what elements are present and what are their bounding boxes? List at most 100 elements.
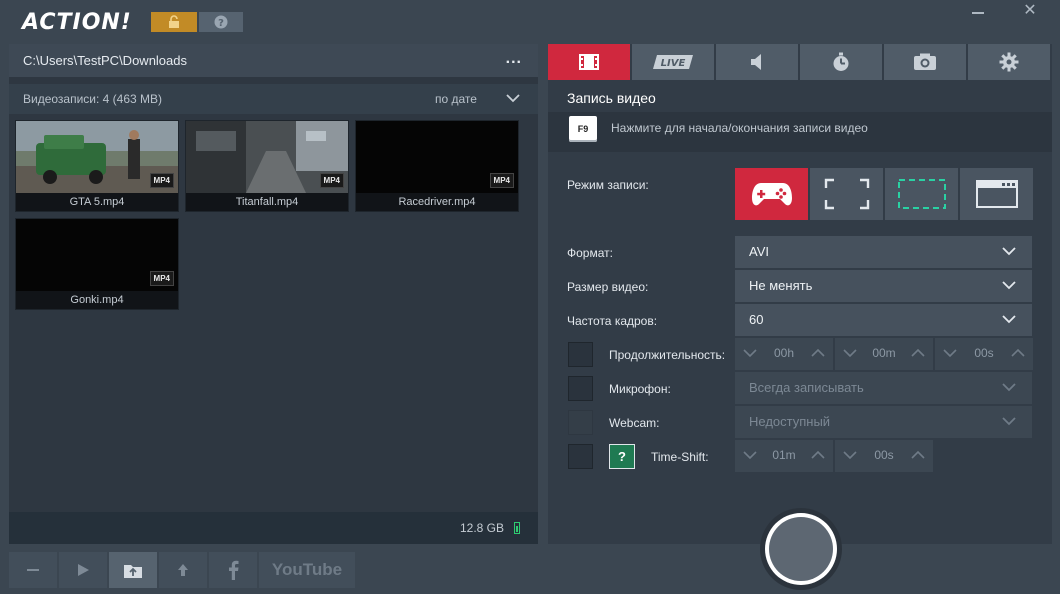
format-label: Формат: — [567, 246, 613, 260]
folder-path: C:\Users\TestPC\Downloads — [23, 53, 187, 68]
duration-checkbox[interactable] — [568, 342, 593, 367]
microphone-label: Микрофон: — [609, 382, 671, 396]
play-button[interactable] — [59, 552, 107, 588]
status-bar: 12.8 GB — [9, 512, 538, 544]
chevron-down-icon[interactable] — [505, 92, 521, 104]
chevron-up-icon[interactable] — [911, 348, 925, 358]
duration-minutes-spinner[interactable]: 00m — [835, 338, 933, 370]
facebook-share-button[interactable] — [209, 552, 257, 588]
disk-usage-icon — [514, 522, 520, 534]
film-icon — [579, 54, 599, 70]
svg-text:?: ? — [218, 18, 224, 29]
minimize-button[interactable] — [968, 4, 988, 18]
video-size-dropdown[interactable]: Не менять — [735, 270, 1032, 302]
timeshift-checkbox[interactable] — [568, 444, 593, 469]
duration-label: Продолжительность: — [609, 348, 726, 362]
format-dropdown[interactable]: AVI — [735, 236, 1032, 268]
upload-icon — [178, 564, 188, 576]
lock-button[interactable] — [151, 12, 197, 32]
gamepad-icon — [751, 183, 792, 206]
question-icon: ? — [214, 15, 228, 29]
recording-thumbnail[interactable]: MP4 GTA 5.mp4 — [15, 120, 179, 212]
chevron-up-icon[interactable] — [911, 450, 925, 460]
chevron-down-icon — [1002, 417, 1016, 426]
webcam-value: Недоступный — [749, 414, 831, 429]
speaker-icon — [751, 54, 761, 70]
recordings-header: Видеозаписи: 4 (463 MB) по дате — [9, 84, 538, 114]
record-mode-label: Режим записи: — [567, 178, 649, 192]
file-actions-toolbar: YouTube — [9, 552, 355, 588]
recording-name: GTA 5.mp4 — [16, 193, 178, 211]
chevron-down-icon — [1002, 281, 1016, 290]
timeshift-help-button[interactable]: ? — [609, 444, 635, 469]
region-select-icon — [897, 179, 946, 209]
close-button[interactable]: ✕ — [1018, 2, 1042, 20]
timeshift-seconds-spinner[interactable]: 00s — [835, 440, 933, 472]
delete-button[interactable] — [9, 552, 57, 588]
recording-name: Titanfall.mp4 — [186, 193, 348, 211]
fps-dropdown[interactable]: 60 — [735, 304, 1032, 336]
chevron-up-icon[interactable] — [811, 450, 825, 460]
file-browser-panel: C:\Users\TestPC\Downloads ... Видеозапис… — [9, 44, 538, 544]
webcam-checkbox — [568, 410, 593, 435]
tab-screenshot[interactable] — [884, 44, 966, 80]
file-type-badge: MP4 — [319, 173, 344, 188]
mode-region-button[interactable] — [885, 168, 958, 220]
microphone-value: Всегда записывать — [749, 380, 864, 395]
free-disk-space: 12.8 GB — [459, 521, 504, 535]
title-bar: ACTION! ? ✕ — [0, 0, 1060, 44]
record-button-core — [769, 517, 833, 581]
minus-icon — [27, 569, 39, 571]
duration-hours-spinner[interactable]: 00h — [735, 338, 833, 370]
mode-game-button[interactable] — [735, 168, 808, 220]
gear-icon — [999, 52, 1019, 72]
folder-path-bar: C:\Users\TestPC\Downloads ... — [9, 44, 538, 77]
chevron-down-icon — [1002, 383, 1016, 392]
recording-thumbnail[interactable]: MP4 Racedriver.mp4 — [355, 120, 519, 212]
folder-upload-icon — [124, 565, 142, 578]
microphone-dropdown[interactable]: Всегда записывать — [735, 372, 1032, 404]
camera-icon — [914, 53, 936, 70]
recording-name: Gonki.mp4 — [16, 291, 178, 309]
fullscreen-icon — [824, 178, 869, 210]
tab-settings[interactable] — [968, 44, 1050, 80]
recording-name: Racedriver.mp4 — [356, 193, 518, 211]
microphone-checkbox[interactable] — [568, 376, 593, 401]
duration-seconds-spinner[interactable]: 00s — [935, 338, 1033, 370]
file-type-badge: MP4 — [149, 271, 174, 286]
lock-icon — [169, 15, 179, 28]
record-button-ring — [765, 513, 837, 585]
format-value: AVI — [749, 244, 769, 259]
stopwatch-icon — [833, 52, 849, 71]
mode-fullscreen-button[interactable] — [810, 168, 883, 220]
live-tab-label: LIVE — [661, 58, 686, 69]
open-folder-button[interactable] — [109, 552, 157, 588]
tab-live[interactable]: LIVE — [632, 44, 714, 80]
tab-benchmark[interactable] — [800, 44, 882, 80]
section-title: Запись видео — [567, 90, 656, 106]
chevron-up-icon[interactable] — [1011, 348, 1025, 358]
recording-thumbnail[interactable]: MP4 Gonki.mp4 — [15, 218, 179, 310]
webcam-dropdown: Недоступный — [735, 406, 1032, 438]
file-type-badge: MP4 — [149, 173, 174, 188]
mode-tabs: LIVE — [548, 44, 1052, 80]
recording-thumbnail[interactable]: MP4 Titanfall.mp4 — [185, 120, 349, 212]
help-button[interactable]: ? — [199, 12, 243, 32]
play-icon — [78, 564, 89, 576]
tab-video[interactable] — [548, 44, 630, 80]
hotkey-hint: Нажмите для начала/окончания записи виде… — [611, 121, 868, 135]
chevron-up-icon[interactable] — [811, 348, 825, 358]
app-logo: ACTION! — [22, 10, 132, 35]
mode-window-button[interactable] — [960, 168, 1033, 220]
tab-audio[interactable] — [716, 44, 798, 80]
browse-folder-button[interactable]: ... — [506, 50, 522, 68]
record-hotkey[interactable]: F9 — [569, 116, 597, 142]
upload-button[interactable] — [159, 552, 207, 588]
sort-dropdown[interactable]: по дате — [435, 92, 477, 106]
youtube-share-button[interactable]: YouTube — [259, 552, 355, 588]
settings-panel: LIVE Запись видео F9 Нажмите для начала/… — [548, 44, 1052, 544]
timeshift-minutes-spinner[interactable]: 01m — [735, 440, 833, 472]
chevron-down-icon — [1002, 247, 1016, 256]
video-size-value: Не менять — [749, 278, 813, 293]
record-button[interactable] — [760, 508, 842, 590]
